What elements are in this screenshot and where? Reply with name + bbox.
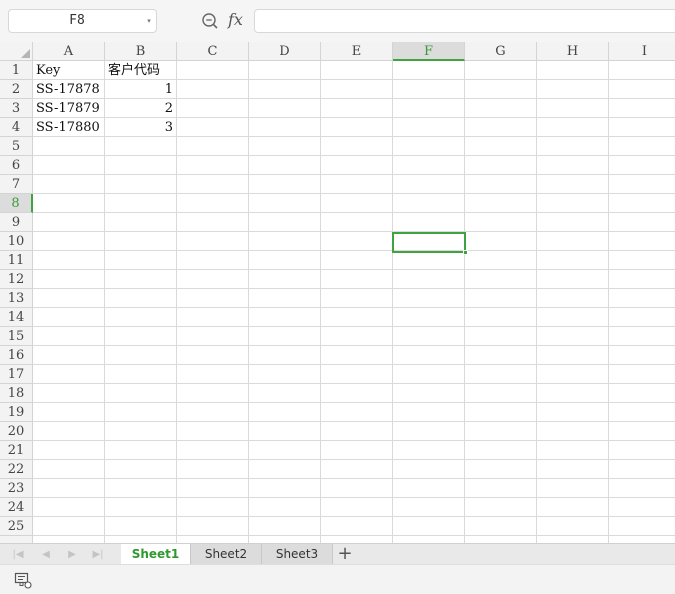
name-box[interactable]: F8 ▾ bbox=[8, 9, 157, 33]
row-header-20[interactable]: 20 bbox=[0, 422, 33, 441]
row-header-2[interactable]: 2 bbox=[0, 80, 33, 99]
name-box-value: F8 bbox=[69, 13, 85, 28]
gridline-horizontal bbox=[33, 402, 675, 403]
gridline-horizontal bbox=[33, 421, 675, 422]
gridline-horizontal bbox=[33, 307, 675, 308]
gridline-horizontal bbox=[33, 459, 675, 460]
row-header-18[interactable]: 18 bbox=[0, 384, 33, 403]
prev-sheet-icon[interactable]: ◀ bbox=[38, 544, 54, 565]
gridline-vertical bbox=[176, 61, 177, 543]
row-header-19[interactable]: 19 bbox=[0, 403, 33, 422]
column-header-h[interactable]: H bbox=[537, 42, 609, 61]
gridline-horizontal bbox=[33, 478, 675, 479]
fx-icon[interactable]: fx bbox=[228, 9, 248, 31]
chevron-down-icon[interactable]: ▾ bbox=[144, 10, 154, 32]
cell-b2[interactable]: 1 bbox=[105, 80, 176, 99]
column-header-f[interactable]: F bbox=[393, 42, 465, 61]
gridline-horizontal bbox=[33, 516, 675, 517]
gridline-horizontal bbox=[33, 155, 675, 156]
selected-cell-f8[interactable] bbox=[392, 232, 468, 255]
gridline-horizontal bbox=[33, 212, 675, 213]
formula-input[interactable] bbox=[254, 9, 675, 33]
row-header-16[interactable]: 16 bbox=[0, 346, 33, 365]
column-header-b[interactable]: B bbox=[105, 42, 177, 61]
gridline-vertical bbox=[536, 61, 537, 543]
column-header-g[interactable]: G bbox=[465, 42, 537, 61]
row-header-14[interactable]: 14 bbox=[0, 308, 33, 327]
gridline-horizontal bbox=[33, 497, 675, 498]
select-all-corner[interactable] bbox=[0, 42, 33, 61]
gridline-horizontal bbox=[33, 193, 675, 194]
gridline-vertical bbox=[320, 61, 321, 543]
row-header-15[interactable]: 15 bbox=[0, 327, 33, 346]
column-header-a[interactable]: A bbox=[33, 42, 105, 61]
row-header-8[interactable]: 8 bbox=[0, 194, 33, 213]
row-header-9[interactable]: 9 bbox=[0, 213, 33, 232]
gridline-vertical bbox=[248, 61, 249, 543]
status-bar bbox=[0, 564, 675, 594]
gridline-horizontal bbox=[33, 440, 675, 441]
cell-a4[interactable]: SS-17880 bbox=[33, 118, 104, 137]
formula-bar: F8 ▾ fx bbox=[0, 0, 675, 42]
row-header-25[interactable]: 25 bbox=[0, 517, 33, 536]
zoom-icon[interactable] bbox=[200, 11, 220, 31]
gridline-horizontal bbox=[33, 250, 675, 251]
tab-sheet2[interactable]: Sheet2 bbox=[191, 544, 262, 565]
gridline-vertical bbox=[392, 61, 393, 543]
gridline-horizontal bbox=[33, 174, 675, 175]
gridline-horizontal bbox=[33, 288, 675, 289]
cell-a2[interactable]: SS-17878 bbox=[33, 80, 104, 99]
column-header-e[interactable]: E bbox=[321, 42, 393, 61]
row-header-partial[interactable] bbox=[0, 536, 33, 543]
next-sheet-icon[interactable]: ▶ bbox=[64, 544, 80, 565]
gridline-horizontal bbox=[33, 364, 675, 365]
row-header-10[interactable]: 10 bbox=[0, 232, 33, 251]
row-header-23[interactable]: 23 bbox=[0, 479, 33, 498]
spreadsheet-grid[interactable]: ABCDEFGHI 1 2 3 4 5 6 7 8 9 10 11 12 13 14 15 16 17 18 19 2… bbox=[0, 42, 675, 543]
first-sheet-icon[interactable]: |◀ bbox=[10, 544, 26, 565]
row-header-1[interactable]: 1 bbox=[0, 61, 33, 80]
macro-record-icon[interactable] bbox=[14, 572, 32, 589]
sheet-tab-bar: |◀ ◀ ▶ ▶| Sheet1 Sheet2 Sheet3 + bbox=[0, 543, 675, 565]
column-header-d[interactable]: D bbox=[249, 42, 321, 61]
row-header-7[interactable]: 7 bbox=[0, 175, 33, 194]
column-header-i[interactable]: I bbox=[609, 42, 675, 61]
gridline-vertical bbox=[608, 61, 609, 543]
cell-a1[interactable]: Key bbox=[33, 61, 104, 80]
row-header-5[interactable]: 5 bbox=[0, 137, 33, 156]
last-sheet-icon[interactable]: ▶| bbox=[90, 544, 106, 565]
row-header-13[interactable]: 13 bbox=[0, 289, 33, 308]
row-header-21[interactable]: 21 bbox=[0, 441, 33, 460]
row-header-24[interactable]: 24 bbox=[0, 498, 33, 517]
cell-a3[interactable]: SS-17879 bbox=[33, 99, 104, 118]
gridline-vertical bbox=[464, 61, 465, 543]
column-header-c[interactable]: C bbox=[177, 42, 249, 61]
row-header-12[interactable]: 12 bbox=[0, 270, 33, 289]
row-header-22[interactable]: 22 bbox=[0, 460, 33, 479]
gridline-horizontal bbox=[33, 269, 675, 270]
gridline-horizontal bbox=[33, 326, 675, 327]
row-header-17[interactable]: 17 bbox=[0, 365, 33, 384]
row-header-4[interactable]: 4 bbox=[0, 118, 33, 137]
tab-sheet1[interactable]: Sheet1 bbox=[121, 544, 191, 565]
row-header-3[interactable]: 3 bbox=[0, 99, 33, 118]
cell-b4[interactable]: 3 bbox=[105, 118, 176, 137]
gridline-horizontal bbox=[33, 535, 675, 536]
cell-b3[interactable]: 2 bbox=[105, 99, 176, 118]
gridline-horizontal bbox=[33, 345, 675, 346]
fill-handle[interactable] bbox=[463, 250, 468, 255]
gridline-horizontal bbox=[33, 383, 675, 384]
row-header-11[interactable]: 11 bbox=[0, 251, 33, 270]
cell-b1[interactable]: 客户代码 bbox=[105, 61, 176, 80]
gridline-horizontal bbox=[33, 231, 675, 232]
add-sheet-button[interactable]: + bbox=[335, 544, 355, 565]
tab-sheet3[interactable]: Sheet3 bbox=[262, 544, 333, 565]
row-header-6[interactable]: 6 bbox=[0, 156, 33, 175]
